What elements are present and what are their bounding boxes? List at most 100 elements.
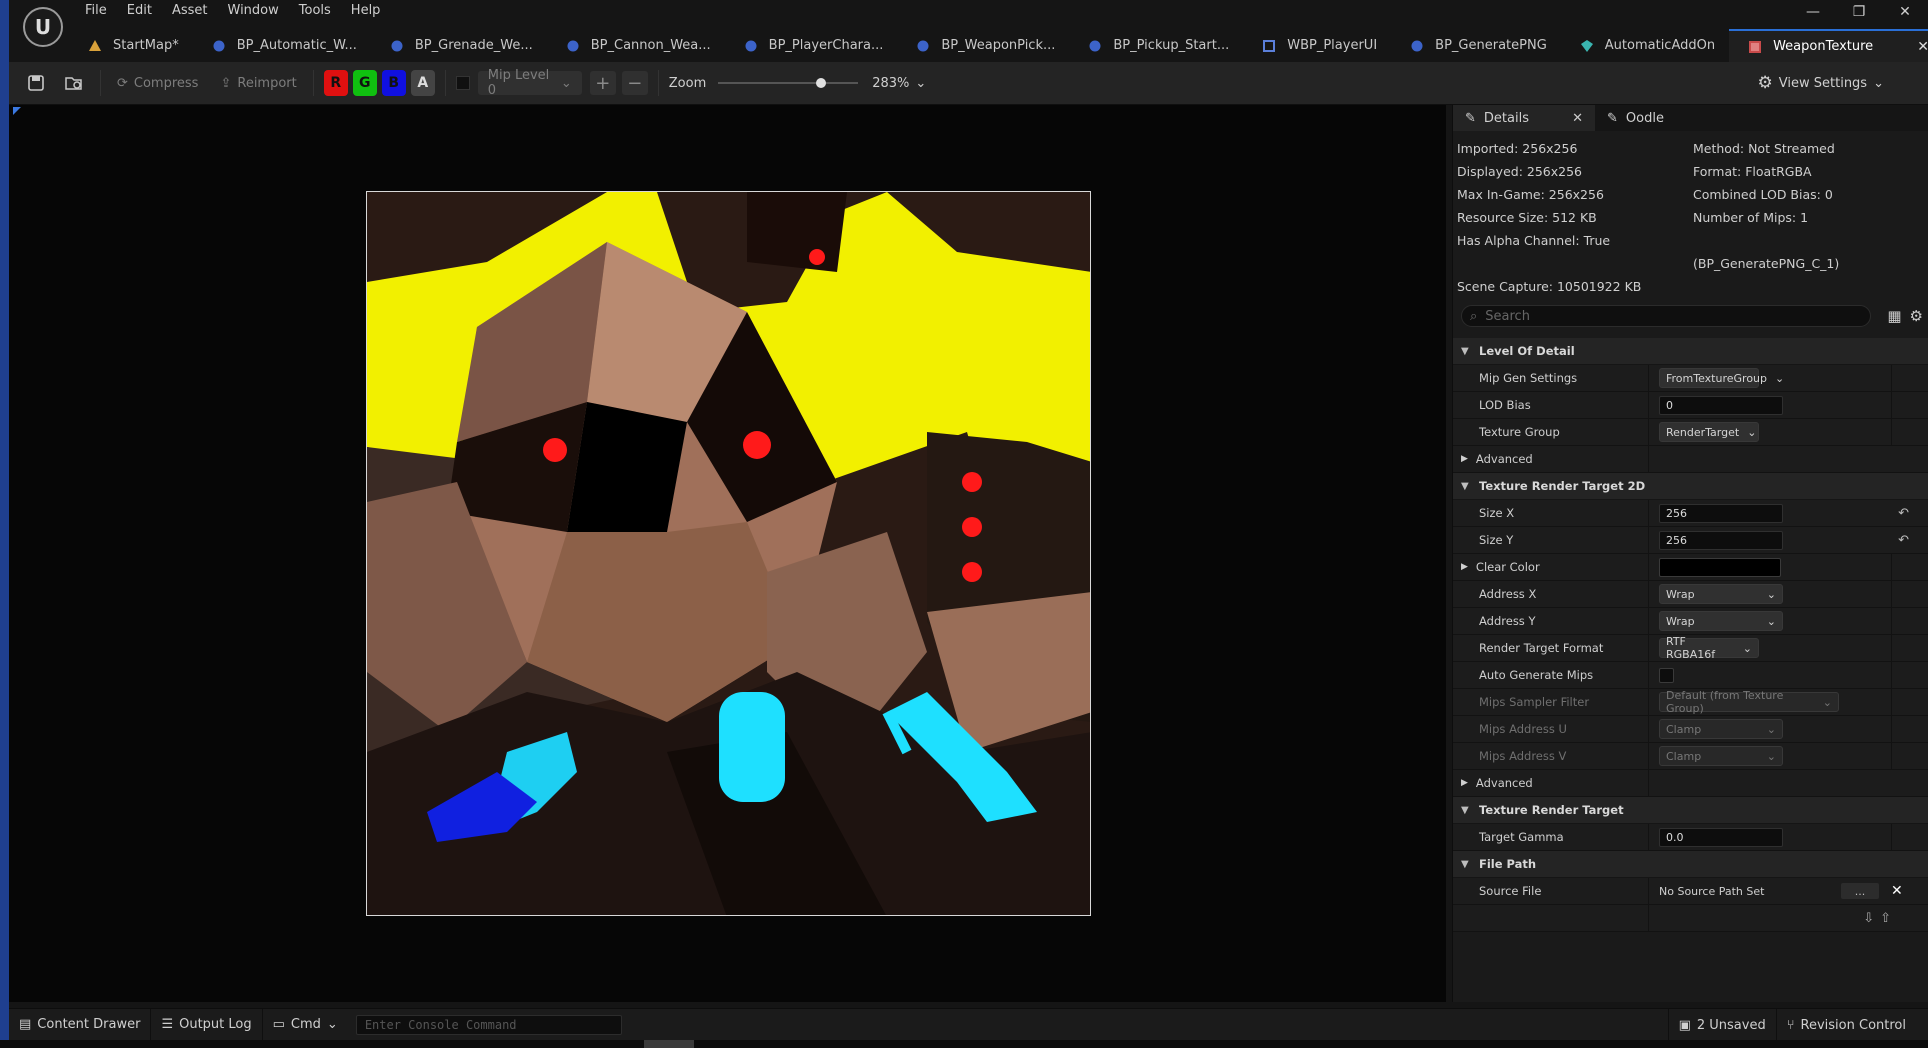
restore-icon[interactable]: ❐ [1836, 0, 1882, 24]
size-x-field[interactable]: 256 [1659, 503, 1783, 523]
close-details-icon[interactable]: ✕ [1572, 111, 1583, 126]
mips-address-v-combo[interactable]: Clamp ⌄ [1659, 746, 1783, 766]
size-y-field[interactable]: 256 [1659, 530, 1783, 550]
tab-bp-playercharacter[interactable]: BP_PlayerChara... [725, 29, 898, 62]
chevron-down-icon: ⌄ [560, 75, 572, 91]
mip-level-dropdown[interactable]: Mip Level 0 ⌄ [477, 68, 582, 98]
reimport-button[interactable]: ⇪ Reimport [220, 76, 296, 91]
compress-label: Compress [133, 75, 199, 91]
tab-bp-generatepng[interactable]: BP_GeneratePNG [1391, 29, 1561, 62]
details-search-input[interactable] [1485, 308, 1846, 324]
menu-window[interactable]: Window [218, 0, 289, 24]
console-command-input[interactable] [356, 1015, 621, 1034]
gear-icon[interactable]: ⚙ [1910, 307, 1923, 325]
browse-source-button[interactable]: ... [1841, 883, 1879, 899]
green-channel-toggle[interactable]: G [352, 70, 377, 96]
render-target-format-combo[interactable]: RTF RGBA16f ⌄ [1659, 635, 1759, 661]
scrollbar-thumb[interactable] [644, 1040, 694, 1048]
red-channel-toggle[interactable]: R [323, 70, 348, 96]
details-tab-label: Details [1483, 110, 1529, 126]
category-level-of-detail[interactable]: ▼ Level Of Detail [1453, 338, 1928, 365]
output-log-button[interactable]: ☰ Output Log [151, 1008, 263, 1041]
category-file-path[interactable]: ▼ File Path [1453, 851, 1928, 878]
tab-bp-automatic[interactable]: BP_Automatic_W... [193, 29, 371, 62]
content-drawer-button[interactable]: ▤ Content Drawer [9, 1008, 152, 1041]
section-trt2d-advanced[interactable]: ▶ Advanced [1453, 770, 1928, 797]
property-label: LOD Bias [1453, 392, 1649, 418]
mip-checkbox[interactable] [455, 76, 470, 90]
tab-startmap[interactable]: StartMap* [69, 29, 193, 62]
clear-color-label: Clear Color [1475, 560, 1540, 574]
oodle-tab-label: Oodle [1625, 110, 1664, 126]
mip-decrease-button[interactable]: − [621, 71, 648, 95]
tab-bp-weaponpickup[interactable]: BP_WeaponPick... [897, 29, 1069, 62]
lod-bias-field[interactable]: 0 [1659, 395, 1783, 415]
zoom-dropdown[interactable]: 283% ⌄ [872, 76, 926, 91]
tab-bp-grenade[interactable]: BP_Grenade_We... [371, 29, 547, 62]
revision-control-button[interactable]: ⑂ Revision Control [1777, 1009, 1928, 1041]
save-icon[interactable] [26, 75, 46, 91]
close-window-icon[interactable]: ✕ [1882, 0, 1928, 24]
section-lod-advanced[interactable]: ▶ Advanced [1453, 446, 1928, 473]
address-y-combo[interactable]: Wrap ⌄ [1659, 611, 1783, 631]
auto-generate-mips-checkbox[interactable] [1659, 667, 1674, 683]
texture-group-combo[interactable]: RenderTarget ⌄ [1659, 422, 1759, 442]
property-label: Render Target Format [1453, 635, 1649, 661]
mip-gen-settings-combo[interactable]: FromTextureGroup ⌄ [1659, 368, 1784, 388]
menu-help[interactable]: Help [341, 0, 391, 24]
view-settings-button[interactable]: ⚙ View Settings ⌄ [1758, 73, 1884, 93]
tab-bp-pickup-start[interactable]: BP_Pickup_Start... [1069, 29, 1243, 62]
clear-color-swatch[interactable] [1659, 557, 1781, 577]
tab-bp-cannon[interactable]: BP_Cannon_Wea... [547, 29, 725, 62]
property-lod-bias: LOD Bias 0 [1453, 392, 1928, 419]
tab-automaticaddon[interactable]: AutomaticAddOn [1561, 29, 1729, 62]
category-texture-render-target[interactable]: ▼ Texture Render Target [1453, 797, 1928, 824]
mips-address-u-combo[interactable]: Clamp ⌄ [1659, 719, 1783, 739]
tab-wbp-playerui[interactable]: WBP_PlayerUI [1243, 29, 1391, 62]
cmd-dropdown[interactable]: ▭ Cmd ⌄ [263, 1009, 348, 1041]
move-down-icon[interactable]: ⇩ [1863, 911, 1874, 926]
tab-details[interactable]: ✎ Details ✕ [1453, 105, 1595, 131]
property-auto-generate-mips: Auto Generate Mips [1453, 662, 1928, 689]
property-render-target-format: Render Target Format RTF RGBA16f ⌄ [1453, 635, 1928, 662]
property-label: ▶ Clear Color [1453, 554, 1649, 580]
tab-weapontexture[interactable]: WeaponTexture ✕ [1729, 29, 1928, 62]
channel-toggles: R G B A [323, 70, 435, 96]
bottom-scrollbar[interactable] [0, 1040, 1928, 1048]
tab-label: BP_Cannon_Wea... [590, 38, 711, 53]
clear-source-icon[interactable]: ✕ [1891, 883, 1903, 899]
reset-to-default-icon[interactable]: ↶ [1898, 506, 1909, 521]
mips-sampler-filter-combo[interactable]: Default (from Texture Group) ⌄ [1659, 689, 1839, 715]
browse-asset-icon[interactable] [64, 75, 84, 91]
property-label: Address Y [1453, 608, 1649, 634]
unsaved-button[interactable]: ▣ 2 Unsaved [1667, 1009, 1777, 1041]
property-label: ▶ Advanced [1453, 770, 1649, 796]
close-tab-icon[interactable]: ✕ [1917, 39, 1928, 55]
category-texture-render-target-2d[interactable]: ▼ Texture Render Target 2D [1453, 473, 1928, 500]
zoom-slider[interactable] [718, 77, 859, 89]
menu-edit[interactable]: Edit [117, 0, 162, 24]
unreal-logo-icon[interactable]: U [23, 7, 63, 47]
tab-oodle[interactable]: ✎ Oodle [1595, 105, 1676, 131]
menu-tools[interactable]: Tools [289, 0, 341, 24]
minimize-icon[interactable]: — [1790, 0, 1836, 24]
source-file-value: No Source Path Set [1659, 884, 1765, 898]
compress-button[interactable]: ⟳ Compress [117, 76, 198, 91]
address-x-combo[interactable]: Wrap ⌄ [1659, 584, 1783, 604]
target-gamma-field[interactable]: 0.0 [1659, 827, 1783, 847]
mip-increase-button[interactable]: + [589, 71, 616, 95]
zoom-label: Zoom [668, 75, 707, 91]
move-up-icon[interactable]: ⇧ [1880, 911, 1891, 926]
reset-to-default-icon[interactable]: ↶ [1898, 533, 1909, 548]
reimport-icon: ⇪ [220, 75, 232, 91]
source-file-order-row: ⇩ ⇧ [1453, 905, 1928, 932]
menu-file[interactable]: File [75, 0, 117, 24]
menu-asset[interactable]: Asset [162, 0, 218, 24]
table-view-icon[interactable]: ▦ [1887, 307, 1901, 325]
blueprint-icon [915, 39, 931, 53]
zoom-slider-thumb[interactable] [815, 78, 826, 88]
blue-channel-toggle[interactable]: B [381, 70, 406, 96]
texture-viewport[interactable] [9, 105, 1446, 1002]
expand-arrow-icon: ▶ [1461, 454, 1468, 464]
alpha-channel-toggle[interactable]: A [410, 70, 435, 96]
